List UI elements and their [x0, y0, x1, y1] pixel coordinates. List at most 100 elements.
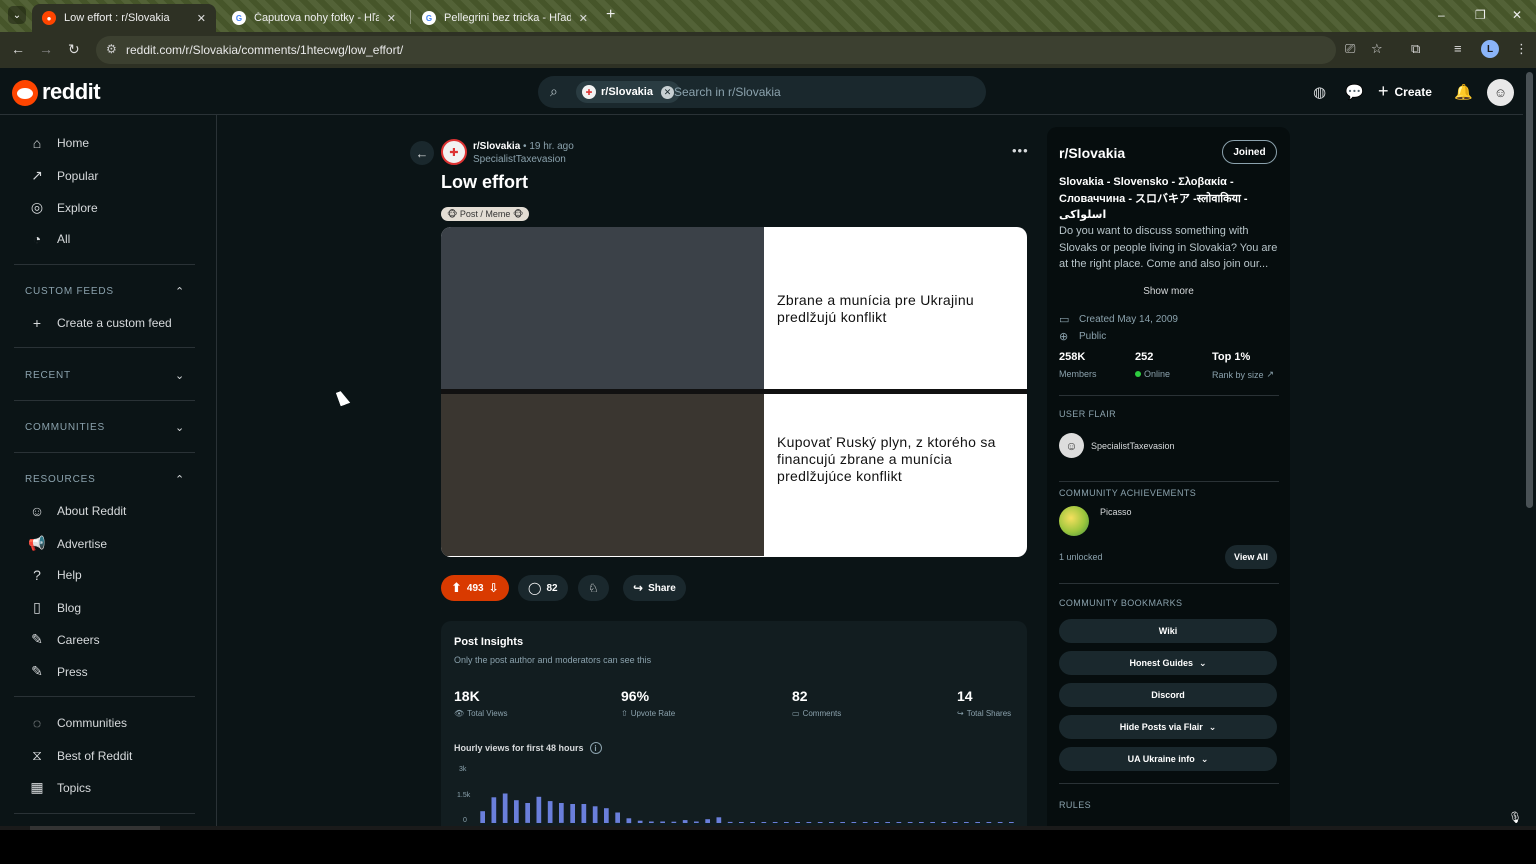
subreddit-avatar-icon[interactable]: ✚: [441, 139, 467, 165]
window-minimize-button[interactable]: –: [1438, 8, 1445, 22]
sidebar-item-press[interactable]: ✎ Press: [28, 663, 88, 680]
chart-bar[interactable]: [975, 822, 980, 823]
chart-bar[interactable]: [705, 819, 710, 823]
chart-bar[interactable]: [727, 821, 733, 823]
sidebar-item-blog[interactable]: ▯ Blog: [28, 599, 81, 616]
chart-bar[interactable]: [502, 793, 508, 824]
achievement-badge-icon[interactable]: [1059, 506, 1089, 536]
notifications-bell-icon[interactable]: 🔔: [1454, 83, 1473, 101]
vertical-scrollbar[interactable]: [1523, 68, 1536, 826]
chart-bar[interactable]: [604, 808, 609, 823]
chart-bar[interactable]: [964, 822, 969, 823]
window-restore-button[interactable]: ❐: [1475, 8, 1486, 22]
award-button[interactable]: ♘: [578, 575, 609, 601]
upvote-icon[interactable]: ⬆: [451, 580, 462, 596]
rank-stat[interactable]: Top 1% Rank by size ↗: [1212, 351, 1274, 380]
chart-bar[interactable]: [885, 822, 890, 823]
user-flair-name[interactable]: SpecialistTaxevasion: [1091, 441, 1175, 451]
chart-bar[interactable]: [806, 822, 812, 823]
chart-bar[interactable]: [795, 822, 800, 823]
sidebar-item-explore[interactable]: ◎ Explore: [28, 199, 98, 216]
chart-bar[interactable]: [581, 804, 587, 823]
bookmark-hide-posts[interactable]: Hide Posts via Flair ⌄: [1059, 715, 1277, 739]
search-bar[interactable]: ⌕ ✚ r/Slovakia ✕ Search in r/Slovakia: [538, 76, 986, 108]
downvote-icon[interactable]: ⇩: [489, 581, 499, 595]
chart-bar[interactable]: [514, 800, 519, 823]
browser-profile-avatar[interactable]: L: [1481, 40, 1499, 58]
show-more-button[interactable]: Show more: [1047, 286, 1290, 297]
extensions-icon[interactable]: ⧉: [1411, 41, 1420, 57]
bookmark-star-icon[interactable]: ☆: [1371, 41, 1383, 57]
reload-icon[interactable]: ↻: [68, 41, 80, 58]
browser-tab[interactable]: G Pellegrini bez tricka - Hľadať G ✕: [412, 4, 598, 32]
back-arrow-icon[interactable]: ←: [11, 41, 25, 57]
chart-bar[interactable]: [716, 817, 722, 823]
microphone-icon[interactable]: 🎙: [1508, 811, 1522, 824]
chart-bar[interactable]: [997, 822, 1003, 823]
address-bar[interactable]: ⚙ reddit.com/r/Slovakia/comments/1htecwg…: [96, 36, 1336, 64]
browser-menu-icon[interactable]: ⋮: [1515, 41, 1528, 57]
info-icon[interactable]: i: [589, 742, 602, 754]
sidebar-item-about-reddit[interactable]: ☺ About Reddit: [28, 503, 127, 519]
create-post-button[interactable]: + Create: [1378, 81, 1432, 102]
create-custom-feed-button[interactable]: + Create a custom feed: [28, 315, 172, 331]
post-flair[interactable]: 🐵 Post / Meme 🐵: [441, 207, 530, 221]
chart-bar[interactable]: [626, 818, 632, 824]
sidebar-item-best-of-reddit[interactable]: ⧖ Best of Reddit: [28, 747, 132, 764]
sidebar-item-all[interactable]: ◔ All: [28, 231, 71, 247]
chart-bar[interactable]: [649, 821, 654, 824]
chart-bar[interactable]: [986, 822, 992, 823]
chart-bar[interactable]: [694, 821, 699, 824]
custom-feeds-header[interactable]: CUSTOM FEEDS ⌃: [25, 285, 185, 298]
chart-bar[interactable]: [682, 820, 688, 823]
view-all-button[interactable]: View All: [1225, 545, 1277, 569]
sidebar-item-popular[interactable]: ↗ Popular: [28, 167, 98, 184]
chart-bar[interactable]: [840, 822, 845, 823]
tab-close-icon[interactable]: ✕: [197, 12, 206, 25]
sidebar-item-advertise[interactable]: 📢 Advertise: [28, 535, 107, 552]
chart-bar[interactable]: [952, 822, 958, 823]
post-subreddit-link[interactable]: r/Slovakia: [473, 141, 520, 152]
browser-tab[interactable]: G Čaputova nohy fotky - Hľadať G ✕: [222, 4, 406, 32]
chart-bar[interactable]: [671, 821, 677, 823]
bookmark-discord[interactable]: Discord: [1059, 683, 1277, 707]
chart-bar[interactable]: [739, 822, 744, 823]
window-close-button[interactable]: ✕: [1512, 8, 1522, 22]
chart-bar[interactable]: [874, 822, 879, 823]
post-image[interactable]: Zbrane a munícia pre Ukrajinu predlžujú …: [441, 227, 1027, 557]
recent-header[interactable]: RECENT ⌄: [25, 369, 185, 382]
chart-bar[interactable]: [772, 822, 778, 823]
chart-bar[interactable]: [851, 822, 857, 823]
chart-bar[interactable]: [660, 821, 665, 824]
chat-icon[interactable]: 💬: [1345, 83, 1364, 101]
bookmark-wiki[interactable]: Wiki: [1059, 619, 1277, 643]
user-avatar[interactable]: ☺: [1487, 79, 1514, 106]
post-author-link[interactable]: SpecialistTaxevasion: [473, 154, 566, 165]
chart-bar[interactable]: [817, 822, 823, 823]
more-options-icon[interactable]: •••: [1012, 143, 1029, 158]
bookmark-honest-guides[interactable]: Honest Guides ⌄: [1059, 651, 1277, 675]
forward-arrow-icon[interactable]: →: [39, 41, 53, 57]
community-name[interactable]: r/Slovakia: [1059, 145, 1125, 161]
tab-search-icon[interactable]: ⌄: [8, 6, 26, 24]
search-input[interactable]: Search in r/Slovakia: [674, 85, 781, 99]
search-subreddit-chip[interactable]: ✚ r/Slovakia ✕: [576, 81, 680, 103]
chart-bar[interactable]: [637, 820, 643, 823]
tab-close-icon[interactable]: ✕: [579, 12, 588, 25]
chart-bar[interactable]: [570, 804, 575, 823]
scrollbar-thumb[interactable]: [1526, 72, 1533, 508]
joined-button[interactable]: Joined: [1222, 140, 1277, 164]
sidebar-item-topics[interactable]: ▦ Topics: [28, 779, 91, 796]
site-settings-icon[interactable]: ⚙: [106, 42, 117, 56]
chart-bar[interactable]: [559, 803, 564, 823]
chart-bar[interactable]: [862, 822, 868, 823]
reddit-logo-icon[interactable]: [12, 80, 38, 106]
chart-bar[interactable]: [896, 822, 902, 823]
comments-button[interactable]: ◯ 82: [518, 575, 568, 601]
sidebar-item-careers[interactable]: ✎ Careers: [28, 631, 100, 648]
bookmark-ukraine-info[interactable]: UA Ukraine info ⌄: [1059, 747, 1277, 771]
communities-header[interactable]: COMMUNITIES ⌄: [25, 421, 185, 434]
sidebar-item-home[interactable]: ⌂ Home: [28, 135, 89, 151]
chart-bar[interactable]: [829, 822, 834, 823]
chart-bar[interactable]: [784, 822, 789, 823]
